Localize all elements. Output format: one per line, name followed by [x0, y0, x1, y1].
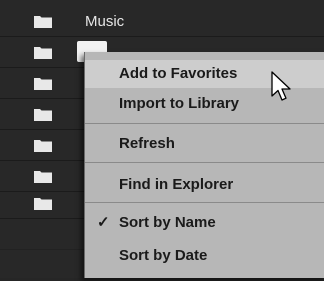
folder-icon — [34, 170, 52, 183]
menu-item-label: Sort by Date — [119, 247, 208, 264]
folder-name: Music — [85, 13, 125, 30]
menu-item-label: Sort by Name — [119, 214, 216, 231]
folder-icon — [34, 139, 52, 152]
menu-item-label: Import to Library — [119, 95, 240, 112]
menu-item-refresh[interactable]: Refresh — [85, 130, 324, 158]
menu-item-sort-by-date[interactable]: Sort by Date — [85, 242, 324, 270]
folder-icon — [34, 46, 52, 59]
menu-item-label: Add to Favorites — [119, 65, 238, 82]
folder-icon — [34, 15, 52, 28]
menu-separator — [85, 202, 324, 203]
folder-icon — [34, 197, 52, 210]
folder-icon — [34, 77, 52, 90]
menu-separator — [85, 162, 324, 163]
menu-item-sort-by-name[interactable]: ✓ Sort by Name — [85, 209, 324, 237]
menu-separator — [85, 123, 324, 124]
checkmark-icon: ✓ — [97, 214, 110, 231]
folder-row-music[interactable]: Music — [0, 6, 324, 37]
menu-item-label: Find in Explorer — [119, 176, 234, 193]
mouse-pointer-icon — [271, 71, 293, 103]
folder-icon — [34, 108, 52, 121]
menu-item-find-in-explorer[interactable]: Find in Explorer — [85, 171, 324, 199]
menu-item-label: Refresh — [119, 135, 175, 152]
